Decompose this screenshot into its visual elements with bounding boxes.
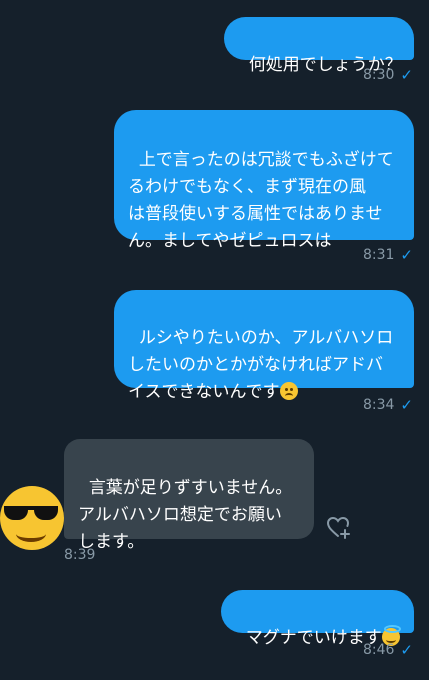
message-meta: 8:31 ✓: [363, 246, 413, 264]
timestamp: 8:30: [362, 67, 395, 83]
sent-check-icon: ✓: [400, 641, 413, 659]
message-meta: 8:46 ✓: [363, 641, 413, 659]
timestamp: 8:31: [362, 247, 395, 263]
message-text: マグナでいけます: [245, 628, 382, 648]
message-meta: 8:39: [64, 547, 95, 563]
timestamp: 8:34: [362, 397, 395, 413]
message-bubble-outgoing[interactable]: ルシやりたいのか、アルバハソロ したいのかとかがなければアドバ イスできないんで…: [114, 290, 414, 402]
message-bubble-outgoing[interactable]: 上で言ったのは冗談でもふざけて るわけでもなく、まず現在の風 は普段使いする属性…: [114, 110, 414, 251]
message-meta: 8:34 ✓: [363, 396, 413, 414]
message-meta: 8:30 ✓: [363, 66, 413, 84]
message-bubble-outgoing[interactable]: マグナでいけます: [221, 590, 414, 648]
message-text: 上で言ったのは冗談でもふざけて るわけでもなく、まず現在の風 は普段使いする属性…: [128, 150, 394, 251]
timestamp: 8:39: [64, 547, 96, 563]
sent-check-icon: ✓: [400, 246, 413, 264]
message-bubble-incoming[interactable]: 言葉が足りずすいません。 アルバハソロ想定でお願い します。: [64, 439, 314, 552]
message-text: 言葉が足りずすいません。 アルバハソロ想定でお願い します。: [78, 478, 293, 552]
message-text: ルシやりたいのか、アルバハソロ したいのかとかがなければアドバ イスできないんで…: [128, 328, 394, 402]
sent-check-icon: ✓: [400, 396, 413, 414]
sent-check-icon: ✓: [400, 66, 413, 84]
add-reaction-icon[interactable]: [326, 515, 352, 541]
message-bubble-outgoing[interactable]: 何処用でしょうか？: [224, 17, 414, 75]
worried-face-icon: [279, 382, 298, 400]
avatar[interactable]: [0, 486, 64, 550]
timestamp: 8:46: [362, 642, 395, 658]
